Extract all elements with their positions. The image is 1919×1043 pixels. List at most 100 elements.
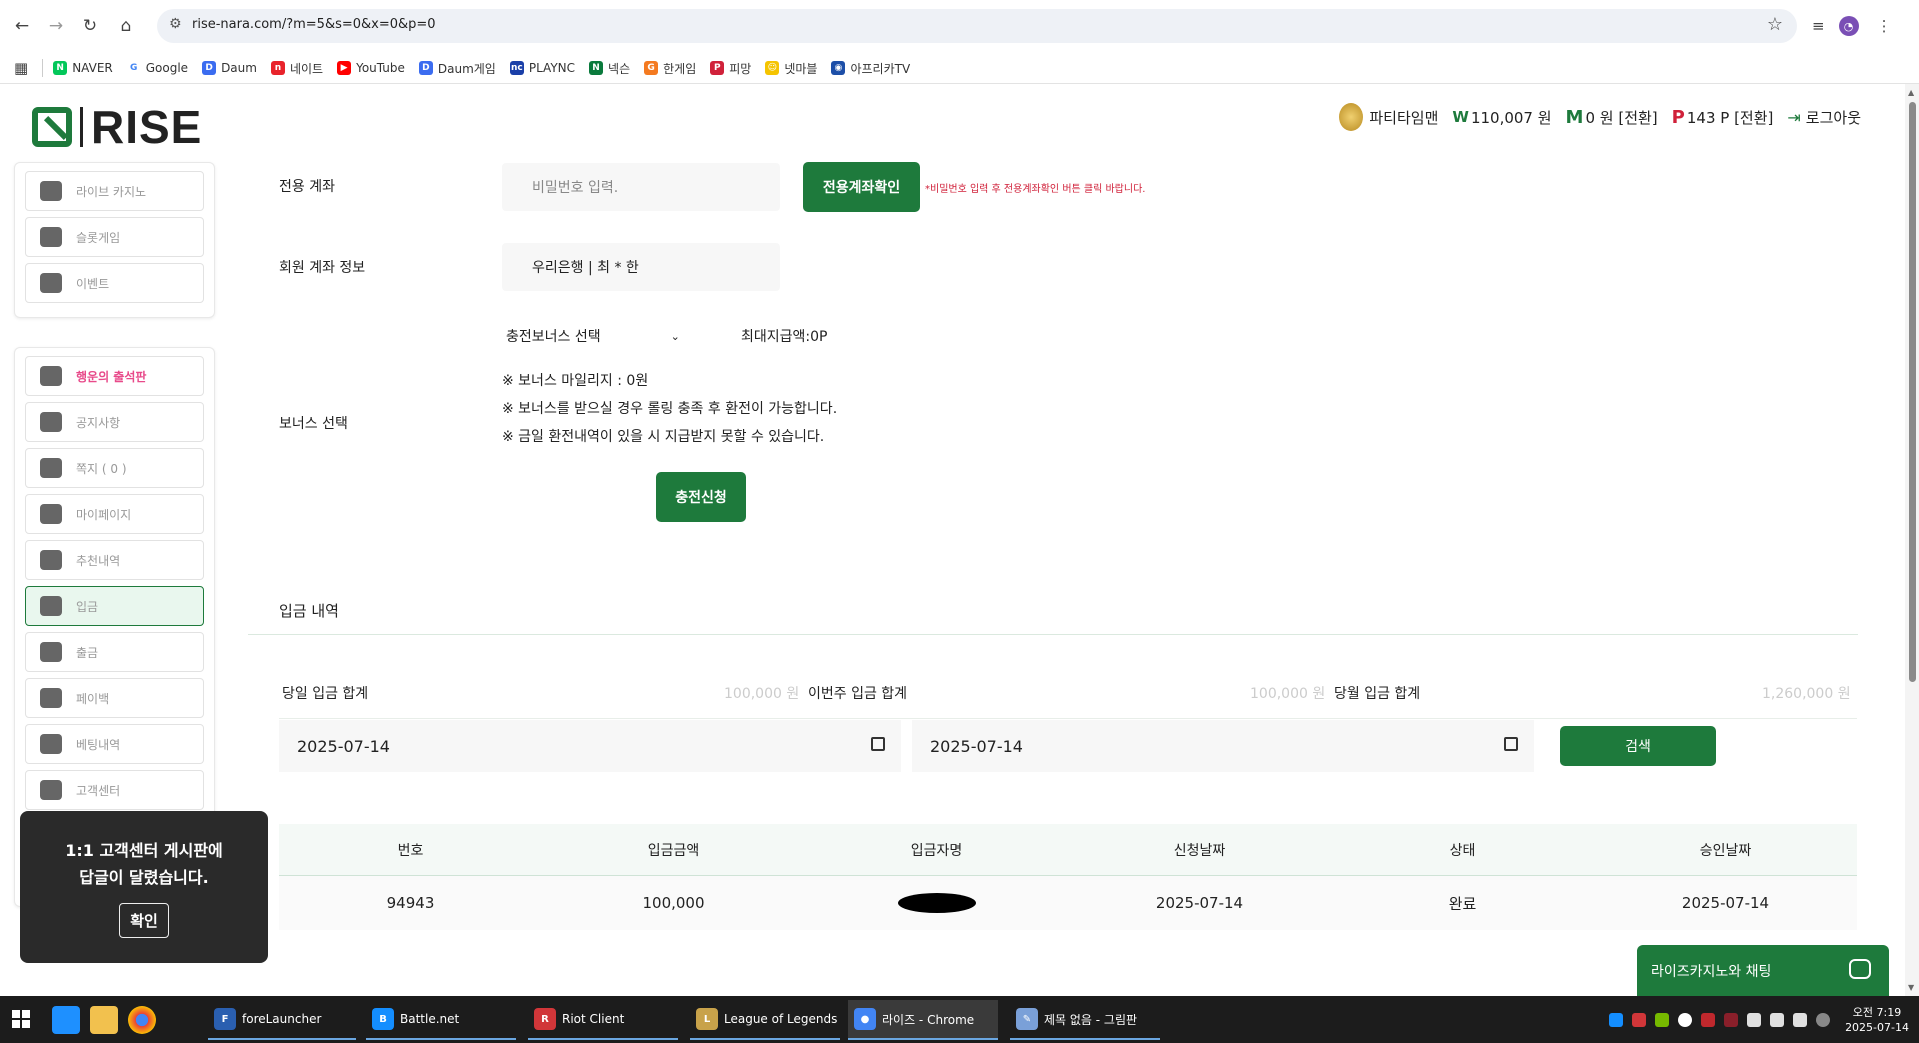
tray-telegram-icon[interactable] [1678, 1012, 1693, 1027]
confirm-note: *비밀번호 입력 후 전용계좌확인 버튼 클릭 바랍니다. [925, 184, 1146, 195]
confirm-account-button[interactable]: 전용계좌확인 [803, 162, 920, 212]
clock-time: 오전 7:19 [1852, 1005, 1902, 1019]
bookmark-google[interactable]: G Google [126, 60, 188, 77]
sidebar-item-support[interactable]: 고객센터 [25, 770, 204, 810]
desktop-icon[interactable] [52, 1006, 80, 1034]
tray-app-icon[interactable] [1724, 1012, 1739, 1027]
taskbar-app-forelauncher[interactable]: FforeLauncher [208, 1000, 356, 1040]
sidebar-item-event-star[interactable]: 이벤트 [25, 263, 204, 303]
address-bar[interactable]: ⚙ rise-nara.com/?m=5&s=0&x=0&p=0 ☆ [157, 9, 1797, 43]
mileage-value[interactable]: 0 원 [전환] [1585, 107, 1657, 128]
week-total-label: 이번주 입금 합계 [808, 686, 908, 702]
bookmark-nate[interactable]: n 네이트 [270, 60, 323, 77]
tray-riot-icon[interactable] [1632, 1012, 1647, 1027]
date-from-input[interactable]: 2025-07-14 [279, 720, 901, 772]
cell-status: 완료 [1448, 894, 1477, 913]
bonus-info-2: ※ 보너스를 받으실 경우 롤링 충족 후 환전이 가능합니다. [502, 401, 838, 417]
file-explorer-icon[interactable] [90, 1006, 118, 1034]
scrollbar-thumb[interactable] [1909, 102, 1916, 682]
bookmark-plaync[interactable]: nc PLAYNC [509, 60, 575, 77]
sidebar-item-message[interactable]: 쪽지 ( 0 ) [25, 448, 204, 488]
logout-button[interactable]: ⇥ 로그아웃 [1787, 107, 1861, 128]
sidebar-item-slot-machine[interactable]: 슬롯게임 [25, 217, 204, 257]
network-icon[interactable] [1747, 1012, 1762, 1027]
date-to-input[interactable]: 2025-07-14 [912, 720, 1534, 772]
taskbar-app-battlenet[interactable]: B Battle.net [366, 1000, 516, 1040]
password-input[interactable]: 비밀번호 입력. [502, 163, 780, 211]
url-text[interactable]: rise-nara.com/?m=5&s=0&x=0&p=0 [192, 17, 436, 32]
bookmark-label: YouTube [356, 61, 405, 75]
won-symbol: W [1452, 108, 1469, 126]
page-scrollbar[interactable]: ▲ ▼ [1905, 84, 1919, 996]
home-icon[interactable]: ⌂ [112, 12, 140, 40]
site-logo[interactable]: RISE [32, 100, 202, 154]
reload-icon[interactable]: ↻ [76, 12, 104, 40]
sidebar-item-label: 페이백 [76, 691, 110, 706]
bookmark-daum[interactable]: D Daum [202, 60, 257, 77]
sidebar-item-label: 이벤트 [76, 276, 110, 291]
sidebar-item-info[interactable]: 공지사항 [25, 402, 204, 442]
calendar-icon[interactable] [1504, 737, 1518, 751]
bookmark-naver[interactable]: N NAVER [53, 60, 113, 77]
taskbar-app-lol[interactable]: L League of Legends [690, 1000, 840, 1040]
chat-widget[interactable]: 라이즈카지노와 채팅 [1637, 945, 1889, 996]
bookmark-afreecatv[interactable]: ◉ 아프리카TV [831, 60, 910, 77]
scroll-down-icon[interactable]: ▼ [1908, 983, 1914, 992]
taskbar-app-chrome[interactable]: ● 라이즈 - Chrome [848, 1000, 998, 1040]
sidebar-item-heart[interactable]: 추천내역 [25, 540, 204, 580]
tray-shield-icon[interactable] [1701, 1012, 1716, 1027]
site-info-icon[interactable]: ⚙ [169, 16, 182, 32]
media-icon[interactable]: ≡ [1812, 17, 1825, 35]
sidebar-item-wallet-in[interactable]: 입금 [25, 586, 204, 626]
points[interactable]: P 143 P [전환] [1672, 107, 1774, 128]
bookmark-star-icon[interactable]: ☆ [1767, 14, 1783, 35]
toast-ok-button[interactable]: 확인 [119, 903, 169, 938]
slot-machine-icon [40, 227, 62, 247]
search-button[interactable]: 검색 [1560, 726, 1716, 766]
table-body: 94943 100,000 2025-07-14 완료 2025-07-14 [279, 876, 1857, 930]
sidebar-item-payback[interactable]: 페이백 [25, 678, 204, 718]
sidebar-item-user[interactable]: 마이페이지 [25, 494, 204, 534]
system-clock[interactable]: 오전 7:19 2025-07-14 [1845, 1005, 1909, 1035]
mileage[interactable]: M0 원 [전환] [1566, 107, 1658, 128]
windows-start-icon[interactable] [12, 1010, 30, 1028]
tray-nvidia-icon[interactable] [1655, 1012, 1670, 1027]
tray-battlenet-icon[interactable] [1609, 1012, 1624, 1027]
taskbar-app-label: Riot Client [562, 1012, 625, 1026]
column-header: 번호 [397, 842, 424, 859]
sidebar-item-bet-history[interactable]: 베팅내역 [25, 724, 204, 764]
bookmark-hangame[interactable]: G 한게임 [644, 60, 696, 77]
notification-icon[interactable] [1816, 1012, 1831, 1027]
hangame-icon: G [644, 61, 659, 75]
apps-grid-icon[interactable]: ▦ [14, 59, 28, 77]
submit-deposit-button[interactable]: 충전신청 [656, 472, 746, 522]
forward-icon[interactable]: → [42, 12, 70, 40]
bonus-select[interactable]: 충전보너스 선택 ⌄ [506, 326, 680, 346]
table-row: 94943 100,000 2025-07-14 완료 2025-07-14 [279, 876, 1857, 930]
taskbar-app-riot[interactable]: R Riot Client [528, 1000, 678, 1040]
bookmark-pmang[interactable]: P 피망 [710, 60, 751, 77]
toast-message: 1:1 고객센터 게시판에 답글이 달렸습니다. [20, 837, 268, 891]
cell-no: 94943 [386, 894, 435, 912]
points-value[interactable]: 143 P [전환] [1687, 107, 1774, 128]
volume-icon[interactable] [1770, 1012, 1785, 1027]
scroll-up-icon[interactable]: ▲ [1908, 88, 1914, 97]
browser-chrome: ← → ↻ ⌂ ⚙ rise-nara.com/?m=5&s=0&x=0&p=0… [0, 0, 1919, 84]
bookmark-label: Daum [221, 61, 257, 75]
sidebar-item-calendar[interactable]: 행운의 출석판 [25, 356, 204, 396]
profile-avatar[interactable]: ◔ [1838, 16, 1859, 36]
bookmark-youtube[interactable]: ▶ YouTube [337, 60, 405, 77]
sidebar-item-casino-chips[interactable]: 라이브 카지노 [25, 171, 204, 211]
chrome-pinned-icon[interactable] [128, 1006, 156, 1034]
logo-text: RISE [91, 101, 203, 153]
taskbar-app-paint[interactable]: ✎ 제목 없음 - 그림판 [1010, 1000, 1160, 1040]
microphone-icon[interactable] [1793, 1012, 1808, 1027]
bookmark-netmarble[interactable]: ☺ 넷마블 [765, 60, 817, 77]
back-icon[interactable]: ← [8, 12, 36, 40]
bookmark-daum-game[interactable]: D Daum게임 [418, 60, 496, 77]
bookmark-nexon[interactable]: N 넥슨 [589, 60, 630, 77]
calendar-icon[interactable] [871, 737, 885, 751]
sidebar-item-wallet-out[interactable]: 출금 [25, 632, 204, 672]
menu-icon[interactable]: ⋮ [1877, 17, 1892, 35]
bookmark-label: 피망 [729, 61, 752, 76]
